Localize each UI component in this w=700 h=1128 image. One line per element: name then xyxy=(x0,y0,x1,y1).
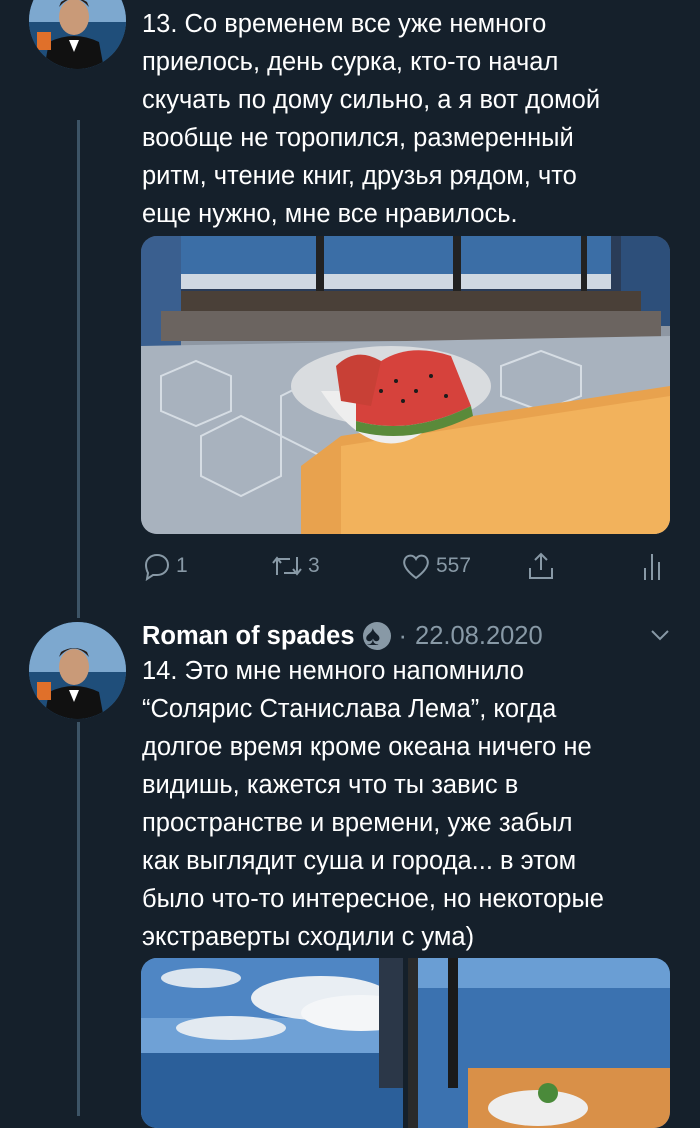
thread-line-mid xyxy=(77,120,80,618)
avatar[interactable] xyxy=(29,622,126,719)
analytics-icon xyxy=(644,554,660,580)
tweet-image-right[interactable] xyxy=(408,958,670,1128)
like-count: 557 xyxy=(436,554,472,577)
tweet-text: 14. Это мне немного напомнило “Солярис С… xyxy=(142,657,604,951)
thread-line-bottom xyxy=(77,722,80,1116)
retweet-icon xyxy=(272,556,302,576)
chevron-down-icon[interactable] xyxy=(648,623,672,647)
tweet-image[interactable] xyxy=(141,236,670,534)
tweet-header: Roman of spades ♠ · 22.08.2020 xyxy=(142,617,672,655)
spade-icon: ♠ xyxy=(362,620,391,651)
retweet-count: 3 xyxy=(308,554,320,577)
share-button[interactable] xyxy=(526,546,560,586)
tweet-date[interactable]: 22.08.2020 xyxy=(415,617,543,655)
tweet-image-left[interactable] xyxy=(141,958,403,1128)
reply-icon xyxy=(144,553,170,581)
share-icon xyxy=(529,552,553,579)
analytics-button[interactable] xyxy=(642,546,670,586)
tweet-actions: 1 3 557 xyxy=(142,546,672,586)
retweet-button[interactable]: 3 xyxy=(270,546,320,586)
like-button[interactable]: 557 xyxy=(400,546,471,586)
tweet-text: 13. Со временем все уже немного приелось… xyxy=(142,10,601,228)
separator: · xyxy=(398,622,408,650)
avatar[interactable] xyxy=(29,0,126,69)
author-name[interactable]: Roman of spades xyxy=(142,617,355,655)
heart-icon xyxy=(403,554,429,580)
reply-button[interactable]: 1 xyxy=(142,546,188,586)
reply-count: 1 xyxy=(176,554,188,577)
